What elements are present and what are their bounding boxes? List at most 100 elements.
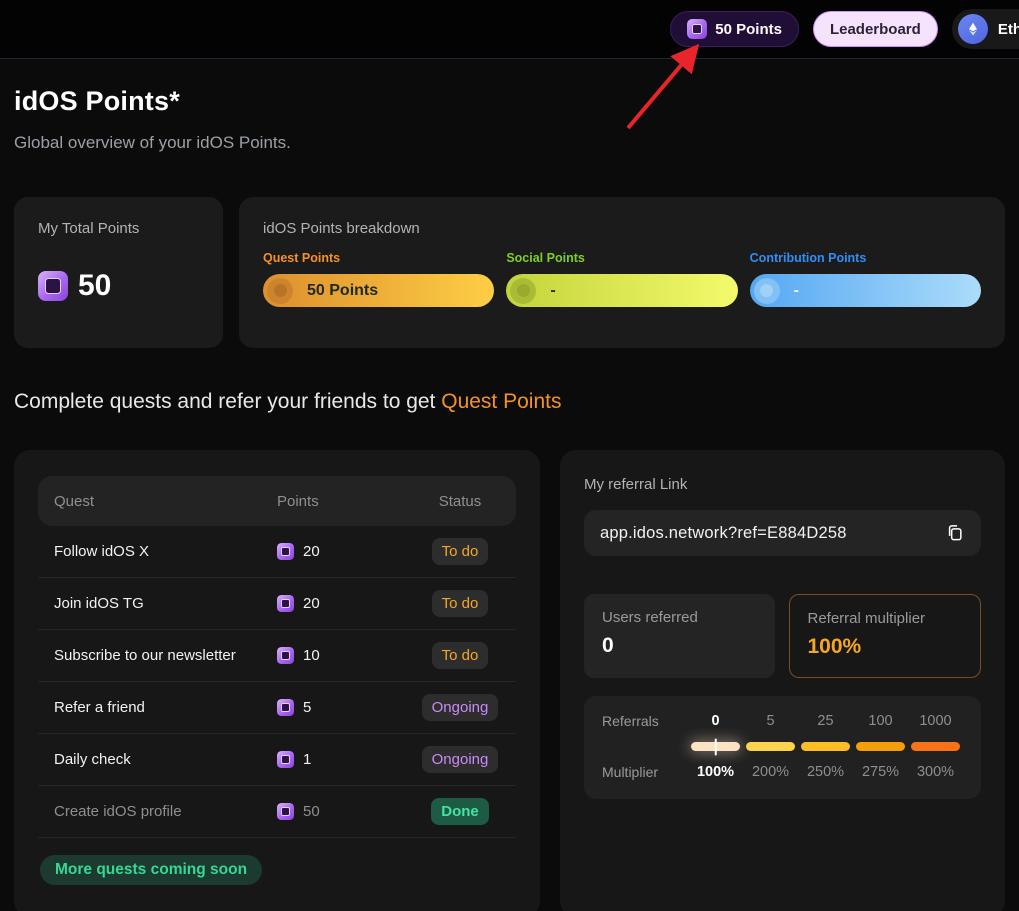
network-selector-button[interactable]: Ethereum [952, 9, 1019, 49]
referral-link-field[interactable]: app.idos.network?ref=E884D258 [584, 510, 981, 556]
bar-knob [267, 278, 293, 304]
quest-table-card: Quest Points Status Follow idOS X 20 To … [14, 450, 540, 911]
referral-multiplier-label: Referral multiplier [808, 610, 963, 627]
tier-referrals: 25 [798, 713, 853, 729]
table-row[interactable]: Daily check 1 Ongoing [38, 734, 516, 786]
more-quests-badge: More quests coming soon [40, 855, 262, 885]
tier-referrals: 0 [688, 713, 743, 729]
users-referred-label: Users referred [602, 609, 757, 626]
column-header-status: Status [404, 493, 516, 510]
tier-progress-segment [911, 742, 960, 751]
contribution-points-bar: - [750, 274, 981, 307]
social-points-label: Social Points [506, 251, 737, 265]
quest-name: Create idOS profile [54, 803, 277, 820]
quest-name: Subscribe to our newsletter [54, 647, 277, 664]
total-points-card: My Total Points 50 [14, 197, 223, 348]
status-badge[interactable]: Ongoing [422, 746, 499, 773]
referral-multiplier-value: 100% [808, 635, 963, 659]
bar-knob [510, 278, 536, 304]
quest-points-label: Quest Points [263, 251, 494, 265]
status-badge[interactable]: Ongoing [422, 694, 499, 721]
tier-multiplier: 250% [798, 764, 853, 780]
points-balance-button[interactable]: 50 Points [670, 11, 799, 47]
quest-points: 50 [303, 803, 320, 820]
tier-progress-segment [746, 742, 795, 751]
quest-name: Daily check [54, 751, 277, 768]
page-title: idOS Points* [14, 86, 1005, 117]
social-points-value: - [550, 282, 555, 300]
status-badge[interactable]: To do [432, 590, 489, 617]
points-token-icon [277, 595, 294, 612]
quest-table-header: Quest Points Status [38, 476, 516, 526]
ethereum-icon [958, 14, 988, 44]
column-header-points: Points [277, 493, 404, 510]
tier-referrals: 1000 [908, 713, 963, 729]
quests-section-heading: Complete quests and refer your friends t… [14, 390, 1005, 414]
heading-highlight: Quest Points [441, 390, 561, 413]
status-badge[interactable]: Done [431, 798, 489, 825]
contribution-points-breakdown: Contribution Points - [750, 251, 981, 307]
quest-points: 5 [303, 699, 311, 716]
table-row[interactable]: Follow idOS X 20 To do [38, 526, 516, 578]
tier-multiplier: 300% [908, 764, 963, 780]
table-row[interactable]: Join idOS TG 20 To do [38, 578, 516, 630]
tier-progress-segment-active [691, 742, 740, 751]
table-row[interactable]: Create idOS profile 50 Done [38, 786, 516, 838]
referral-tiers-panel: Referrals 0 5 25 100 1000 Multiplier 100… [584, 696, 981, 799]
bottom-cards-row: Quest Points Status Follow idOS X 20 To … [14, 450, 1005, 911]
tier-multiplier: 200% [743, 764, 798, 780]
status-badge[interactable]: To do [432, 642, 489, 669]
tier-multiplier: 100% [688, 764, 743, 780]
points-token-icon [277, 543, 294, 560]
leaderboard-button[interactable]: Leaderboard [813, 11, 938, 47]
column-header-quest: Quest [54, 493, 277, 510]
referral-multiplier-box: Referral multiplier 100% [789, 594, 982, 678]
tier-referrals: 100 [853, 713, 908, 729]
multiplier-row-label: Multiplier [602, 764, 688, 780]
table-row[interactable]: Subscribe to our newsletter 10 To do [38, 630, 516, 682]
referral-link-title: My referral Link [584, 476, 981, 493]
points-token-icon [277, 699, 294, 716]
leaderboard-label: Leaderboard [830, 21, 921, 38]
quest-name: Refer a friend [54, 699, 277, 716]
table-row[interactable]: Refer a friend 5 Ongoing [38, 682, 516, 734]
breakdown-title: idOS Points breakdown [263, 220, 981, 237]
network-label: Ethereum [998, 21, 1019, 38]
referral-link-value: app.idos.network?ref=E884D258 [600, 524, 943, 543]
contribution-points-value: - [794, 282, 799, 300]
contribution-points-label: Contribution Points [750, 251, 981, 265]
points-token-icon [277, 647, 294, 664]
points-token-icon [277, 751, 294, 768]
total-points-value: 50 [78, 269, 111, 303]
referrals-row-label: Referrals [602, 713, 688, 729]
quest-points: 1 [303, 751, 311, 768]
status-badge[interactable]: To do [432, 538, 489, 565]
copy-icon [945, 523, 965, 543]
quest-points: 20 [303, 595, 320, 612]
quest-points: 10 [303, 647, 320, 664]
points-token-icon [38, 271, 68, 301]
copy-button[interactable] [943, 521, 967, 545]
main-content: idOS Points* Global overview of your idO… [0, 86, 1019, 911]
users-referred-value: 0 [602, 634, 757, 658]
tier-multiplier: 275% [853, 764, 908, 780]
heading-text: Complete quests and refer your friends t… [14, 390, 441, 413]
total-points-label: My Total Points [38, 220, 199, 237]
current-position-marker [714, 738, 717, 755]
points-balance-label: 50 Points [715, 21, 782, 38]
tier-progress-segment [801, 742, 850, 751]
quest-name: Join idOS TG [54, 595, 277, 612]
points-token-icon [277, 803, 294, 820]
social-points-breakdown: Social Points - [506, 251, 737, 307]
quest-name: Follow idOS X [54, 543, 277, 560]
page-subtitle: Global overview of your idOS Points. [14, 133, 1005, 153]
quest-points-value: 50 Points [307, 282, 378, 300]
points-token-icon [687, 19, 707, 39]
users-referred-box: Users referred 0 [584, 594, 775, 678]
quest-points: 20 [303, 543, 320, 560]
quest-points-bar: 50 Points [263, 274, 494, 307]
top-navigation-bar: 50 Points Leaderboard Ethereum [0, 0, 1019, 59]
tier-referrals: 5 [743, 713, 798, 729]
quest-points-breakdown: Quest Points 50 Points [263, 251, 494, 307]
summary-cards-row: My Total Points 50 idOS Points breakdown… [14, 197, 1005, 348]
